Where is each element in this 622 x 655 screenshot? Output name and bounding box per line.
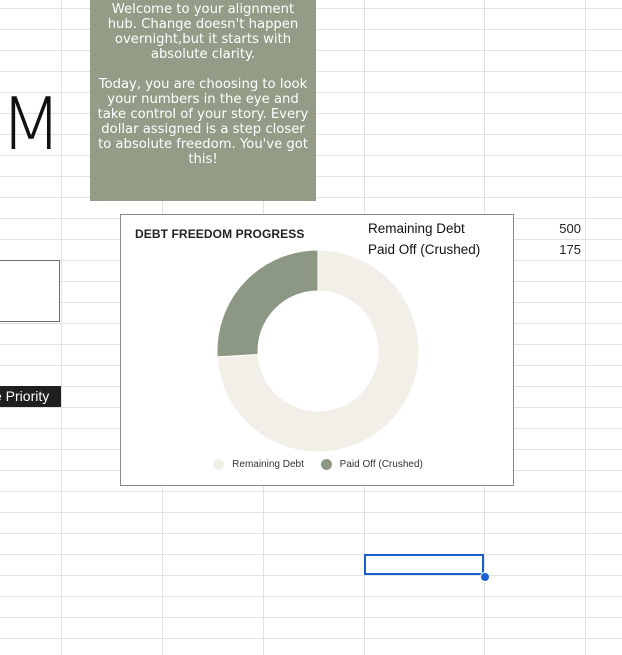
legend-item-paid-off: Paid Off (Crushed): [320, 459, 423, 470]
legend-label-remaining: Remaining Debt: [232, 459, 304, 470]
donut-slice-paid-off[interactable]: [216, 249, 319, 358]
cell-paid-off-value[interactable]: 175: [486, 240, 581, 260]
welcome-paragraph-2: Today, you are choosing to look your num…: [97, 77, 309, 167]
fill-handle[interactable]: [480, 572, 490, 582]
legend-label-paid-off: Paid Off (Crushed): [339, 459, 423, 470]
cell-remaining-debt-value[interactable]: 500: [486, 219, 581, 239]
priority-header: e Priority: [0, 386, 61, 407]
welcome-card: Welcome to your alignment hub. Change do…: [90, 0, 316, 201]
legend-swatch-paid-off: [320, 459, 332, 470]
welcome-paragraph-1: Welcome to your alignment hub. Change do…: [107, 2, 299, 62]
chart-legend: Remaining Debt Paid Off (Crushed): [121, 459, 515, 473]
big-letter-m: M: [0, 82, 62, 166]
cell-paid-off-label[interactable]: Paid Off (Crushed): [368, 240, 480, 260]
legend-swatch-remaining: [213, 459, 225, 470]
legend-item-remaining: Remaining Debt: [213, 459, 304, 470]
cell-remaining-debt-label[interactable]: Remaining Debt: [368, 219, 465, 239]
selected-cell[interactable]: [364, 554, 484, 575]
bordered-cell[interactable]: [0, 260, 60, 322]
